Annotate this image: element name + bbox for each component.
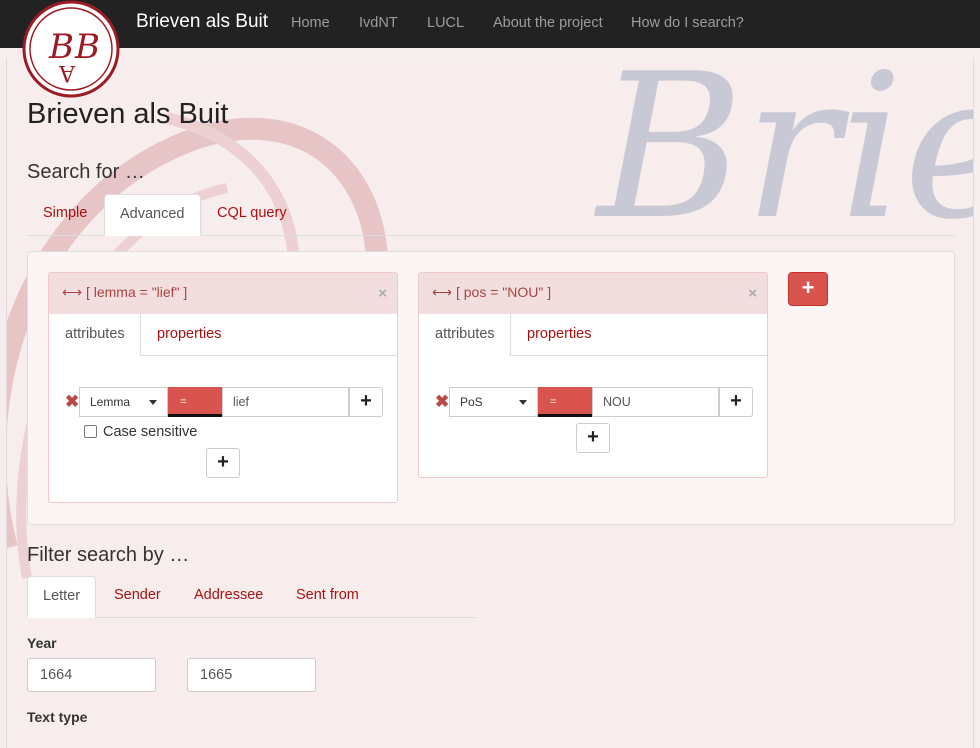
tab-letter[interactable]: Letter [27, 576, 97, 618]
tab-cql-query[interactable]: CQL query [202, 194, 302, 236]
operator-select[interactable]: = [168, 387, 222, 417]
add-attribute-button[interactable]: + [719, 387, 753, 417]
remove-icon[interactable]: ✖ [435, 392, 449, 412]
search-tabs: Simple Advanced CQL query [27, 194, 955, 236]
close-icon[interactable]: × [748, 285, 757, 302]
add-attribute-group-button[interactable]: + [206, 448, 240, 478]
caret-down-icon [519, 400, 527, 405]
filter-heading: Filter search by … [27, 544, 190, 566]
caret-down-icon [149, 400, 157, 405]
attribute-select-value: Lemma [90, 395, 131, 409]
nav-link-ivdnt[interactable]: IvdNT [359, 15, 398, 31]
checkbox-icon[interactable] [84, 425, 97, 438]
operator-select[interactable]: = [538, 387, 592, 417]
attribute-select[interactable]: PoS [449, 387, 538, 417]
nav-link-about[interactable]: About the project [493, 15, 603, 31]
attribute-select-value: PoS [460, 395, 483, 409]
tab-sender[interactable]: Sender [99, 576, 176, 618]
token-tabs: attributes properties [419, 314, 767, 356]
value-input[interactable]: lief [222, 387, 349, 417]
tab-simple[interactable]: Simple [28, 194, 102, 236]
tab-attributes[interactable]: attributes [49, 314, 141, 356]
text-type-label: Text type [27, 709, 88, 725]
top-navbar: Brieven als Buit Home IvdNT LUCL About t… [0, 0, 980, 48]
year-from-input[interactable]: 1664 [27, 658, 156, 692]
tab-properties[interactable]: properties [142, 314, 236, 356]
add-token-button[interactable]: + [788, 272, 828, 306]
attribute-row: ✖ Lemma = lief + [63, 387, 383, 417]
drag-handle-icon[interactable]: ⟷ [62, 284, 82, 300]
add-attribute-button[interactable]: + [349, 387, 383, 417]
attribute-select[interactable]: Lemma [79, 387, 168, 417]
token-header-text: [ pos = "NOU" ] [455, 284, 552, 300]
token-header[interactable]: ⟷ [ lemma = "lief" ] [49, 273, 397, 314]
navbar-brand[interactable]: Brieven als Buit [136, 11, 268, 33]
value-input[interactable]: NOU [592, 387, 719, 417]
tab-attributes[interactable]: attributes [419, 314, 511, 356]
brieven-als-buit-logo[interactable]: B B A [21, 0, 121, 98]
search-heading: Search for … [27, 161, 145, 183]
year-label: Year [27, 635, 57, 651]
case-sensitive-checkbox[interactable]: Case sensitive [84, 424, 197, 440]
close-icon[interactable]: × [378, 285, 387, 302]
page-title: Brieven als Buit [27, 98, 229, 130]
nav-link-home[interactable]: Home [291, 15, 330, 31]
year-to-input[interactable]: 1665 [187, 658, 316, 692]
tab-properties[interactable]: properties [512, 314, 606, 356]
remove-icon[interactable]: ✖ [65, 392, 79, 412]
case-sensitive-label: Case sensitive [103, 424, 198, 440]
attribute-row: ✖ PoS = NOU + [433, 387, 753, 417]
tab-sent-from[interactable]: Sent from [281, 576, 374, 618]
svg-text:B: B [74, 27, 100, 67]
token-header-text: [ lemma = "lief" ] [85, 284, 188, 300]
drag-handle-icon[interactable]: ⟷ [432, 284, 452, 300]
nav-link-lucl[interactable]: LUCL [427, 15, 464, 31]
token-header[interactable]: ⟷ [ pos = "NOU" ] [419, 273, 767, 314]
svg-text:A: A [58, 60, 76, 85]
tab-advanced[interactable]: Advanced [104, 194, 201, 236]
token-panel-pos: ⟷ [ pos = "NOU" ] × attributes propertie… [418, 272, 768, 478]
nav-link-how-to-search[interactable]: How do I search? [631, 15, 744, 31]
token-tabs: attributes properties [49, 314, 397, 356]
filter-tabs: Letter Sender Addressee Sent from [27, 576, 476, 618]
add-attribute-group-button[interactable]: + [576, 423, 610, 453]
tab-addressee[interactable]: Addressee [179, 576, 278, 618]
token-panel-lemma: ⟷ [ lemma = "lief" ] × attributes proper… [48, 272, 398, 503]
